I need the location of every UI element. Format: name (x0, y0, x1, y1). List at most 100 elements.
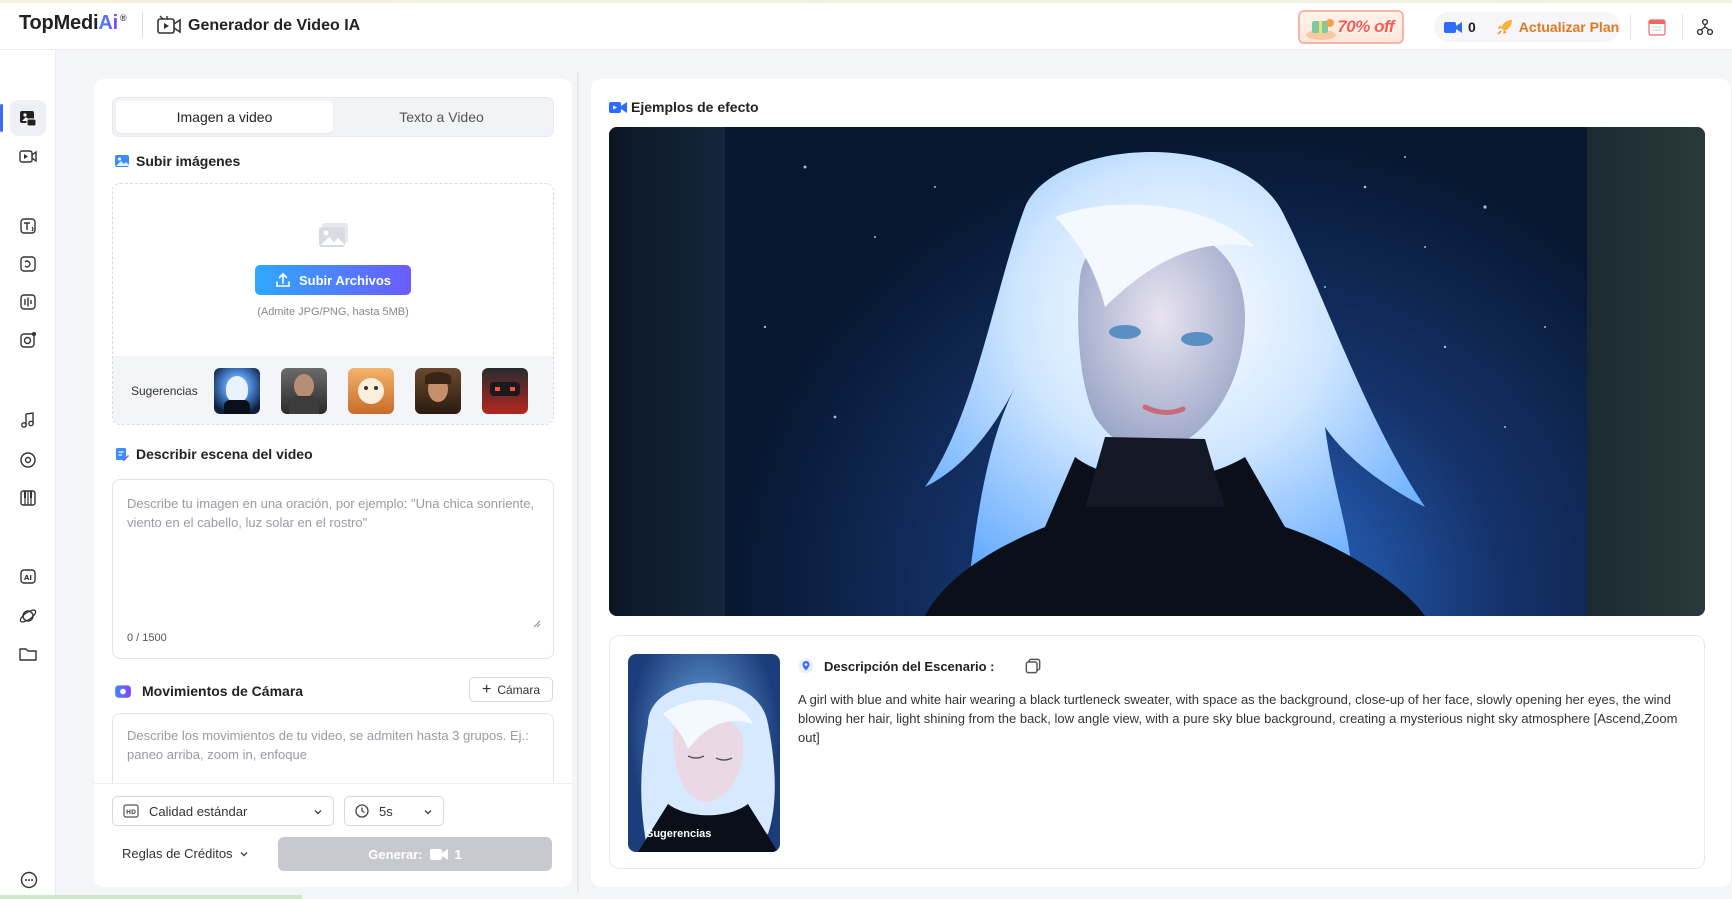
camera-movements-input[interactable]: Describe los movimientos de tu video, se… (112, 713, 554, 793)
photo-icon (20, 332, 36, 348)
sidebar-item-piano[interactable] (10, 480, 46, 516)
suggestions-row: Sugerencias (113, 356, 553, 424)
hd-icon: HD (123, 804, 139, 818)
page-load-progress (0, 895, 302, 899)
credits-and-upgrade[interactable]: 0 Actualizar Plan (1434, 12, 1620, 42)
upload-dropzone[interactable]: Subir Archivos (Admite JPG/PNG, hasta 5M… (112, 183, 554, 425)
calendar-button[interactable] (1644, 14, 1670, 40)
camera-icon (115, 685, 131, 698)
image-placeholder-icon (319, 223, 348, 247)
image-icon (115, 155, 129, 167)
upload-icon (276, 273, 290, 287)
examples-section-label: Ejemplos de efecto (631, 99, 759, 115)
suggestion-thumb-1[interactable] (213, 368, 260, 414)
ai-icon: AI (20, 569, 36, 584)
example-thumbnail[interactable]: Sugerencias (628, 654, 780, 852)
calendar-icon (1648, 19, 1666, 36)
suggestion-thumb-5[interactable] (481, 368, 528, 414)
credits-count: 0 (1468, 19, 1476, 35)
sidebar-item-text-to-speech[interactable] (10, 208, 46, 244)
scene-placeholder: Describe tu imagen en una oración, por e… (127, 496, 535, 530)
copy-icon[interactable] (1025, 658, 1041, 674)
location-pin-icon (798, 658, 814, 674)
camera-section-title: Movimientos de Cámara (114, 682, 303, 700)
credit-rules-label: Reglas de Créditos (122, 846, 233, 861)
generate-button[interactable]: Generar: 1 (278, 837, 552, 871)
voice-icon (20, 256, 36, 272)
sidebar-item-voice-changer[interactable] (10, 246, 46, 282)
chat-icon[interactable] (19, 870, 39, 890)
suggestions-label: Sugerencias (131, 384, 198, 398)
examples-panel: Ejemplos de efecto Sugerencias Descripci… (591, 79, 1731, 887)
folder-icon (19, 648, 37, 661)
resize-handle-icon[interactable] (531, 618, 541, 628)
video-right-pad (1587, 127, 1705, 616)
quality-select[interactable]: HD Calidad estándar (112, 796, 334, 826)
upload-files-button[interactable]: Subir Archivos (255, 265, 411, 295)
example-video-player[interactable] (609, 127, 1705, 616)
image-video-icon (20, 111, 37, 127)
upload-hint: (Admite JPG/PNG, hasta 5MB) (257, 306, 409, 318)
gift-icon (1306, 19, 1336, 40)
suggestion-thumb-2[interactable] (280, 368, 327, 414)
video-left-pad (609, 127, 725, 616)
top-header: TopMediAi ® Generador de Video IA 70% off… (0, 0, 1732, 50)
sidebar-item-ai[interactable]: AI (10, 558, 46, 594)
sidebar-item-audio[interactable] (10, 284, 46, 320)
upload-button-label: Subir Archivos (299, 272, 391, 288)
text-speech-icon (20, 218, 36, 234)
generate-cost: 1 (454, 846, 462, 862)
chevron-down-icon (424, 810, 432, 815)
example-thumbnail-illustration (638, 682, 778, 852)
add-camera-button[interactable]: + Cámara (469, 677, 553, 702)
sidebar-item-music[interactable] (10, 402, 46, 438)
tab-text-to-video[interactable]: Texto a Video (333, 101, 550, 133)
video-camera-icon (157, 15, 181, 34)
panel-divider[interactable] (577, 72, 579, 892)
duration-select[interactable]: 5s (344, 796, 444, 826)
generate-label: Generar: (368, 846, 423, 862)
planet-icon (19, 609, 37, 623)
video-camera-icon (19, 150, 37, 163)
edit-document-icon (116, 448, 129, 461)
video-camera-icon (609, 101, 627, 113)
sidebar-item-vinyl[interactable] (10, 442, 46, 478)
sidebar-item-image-to-video[interactable] (0, 100, 46, 136)
suggestion-thumb-3[interactable] (347, 368, 394, 414)
brand-logo[interactable]: TopMediAi ® (19, 12, 127, 35)
vinyl-icon (20, 452, 36, 468)
credit-rules-dropdown[interactable]: Reglas de Créditos (122, 846, 249, 861)
scene-section-label: Describir escena del video (136, 446, 313, 462)
promo-text: 70% off (1337, 17, 1394, 36)
suggestion-thumb-4[interactable] (414, 368, 461, 414)
sidebar-item-video[interactable] (10, 138, 46, 174)
mode-tabs: Imagen a video Texto a Video (112, 97, 554, 137)
svg-text:HD: HD (126, 809, 136, 816)
scenario-description-label: Descripción del Escenario : (824, 658, 995, 674)
svg-text:AI: AI (24, 574, 32, 582)
promo-banner[interactable]: 70% off (1298, 10, 1404, 44)
sidebar-item-photo[interactable] (10, 322, 46, 358)
scenario-description-card: Sugerencias Descripción del Escenario : … (609, 635, 1705, 869)
clock-icon (355, 804, 369, 818)
network-button[interactable] (1692, 14, 1718, 40)
sidebar-item-folder[interactable] (10, 636, 46, 672)
scenario-description-title: Descripción del Escenario : (798, 658, 1051, 674)
upgrade-plan-link[interactable]: Actualizar Plan (1519, 19, 1619, 35)
audio-icon (20, 294, 36, 310)
credit-camera-icon (1444, 21, 1462, 33)
quality-value: Calidad estándar (149, 803, 248, 819)
piano-icon (20, 490, 36, 506)
header-separator (1682, 14, 1683, 40)
example-thumbnail-label: Sugerencias (646, 828, 712, 840)
upload-section-title: Subir imágenes (114, 153, 240, 169)
network-icon (1696, 18, 1714, 36)
scene-description-input[interactable]: Describe tu imagen en una oración, por e… (112, 479, 554, 659)
example-video-illustration (763, 152, 1546, 616)
generate-bar: HD Calidad estándar 5s Reglas de Crédito… (94, 783, 572, 887)
tab-image-to-video[interactable]: Imagen a video (116, 101, 333, 133)
camera-section-label: Movimientos de Cámara (142, 683, 304, 699)
sidebar-item-planet[interactable] (10, 598, 46, 634)
header-divider (142, 12, 143, 38)
header-separator (1630, 14, 1631, 40)
